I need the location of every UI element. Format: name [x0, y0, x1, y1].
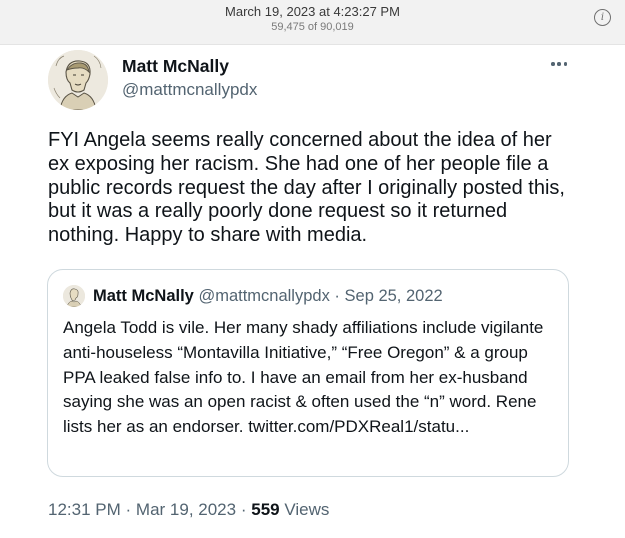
quoted-tweet-text: Angela Todd is vile. Her many shady affi… [63, 318, 544, 437]
more-dot [563, 62, 568, 66]
quoted-tweet-date[interactable]: Sep 25, 2022 [345, 287, 443, 305]
separator-dot: · [334, 287, 340, 305]
separator-dot: · [125, 500, 132, 519]
more-dot [557, 62, 561, 66]
tweet-text: FYI Angela seems really concerned about … [48, 129, 565, 247]
window-titlebar: March 19, 2023 at 4:23:27 PM 59,475 of 9… [0, 0, 625, 45]
quoted-author-avatar [63, 285, 85, 307]
info-icon[interactable]: i [594, 9, 611, 26]
views-label: Views [284, 500, 330, 519]
more-horizontal-icon[interactable] [549, 57, 569, 71]
screenshot-date: March 19, 2023 at 4:23:27 PM [225, 4, 400, 19]
user-avatar-sketch [63, 285, 85, 307]
tweet-metadata: 12:31 PM · Mar 19, 2023 · 559 Views [48, 500, 329, 520]
more-dot [551, 62, 555, 66]
author-name[interactable]: Matt McNally [122, 56, 229, 77]
tweet-time[interactable]: 12:31 PM [48, 500, 121, 519]
author-handle[interactable]: @mattmcnallypdx [122, 80, 257, 100]
tweet-date[interactable]: Mar 19, 2023 [136, 500, 236, 519]
quoted-author-handle: @mattmcnallypdx [198, 287, 330, 305]
image-counter: 59,475 of 90,019 [271, 21, 354, 33]
user-avatar-sketch [48, 50, 108, 110]
quoted-author-name: Matt McNally [93, 287, 194, 305]
views-count: 559 [251, 500, 280, 519]
quoted-tweet-header: Matt McNally @mattmcnallypdx · Sep 25, 2… [93, 287, 443, 306]
author-avatar[interactable] [48, 50, 108, 110]
separator-dot: · [240, 500, 247, 519]
quoted-tweet[interactable]: Matt McNally @mattmcnallypdx · Sep 25, 2… [47, 269, 569, 477]
